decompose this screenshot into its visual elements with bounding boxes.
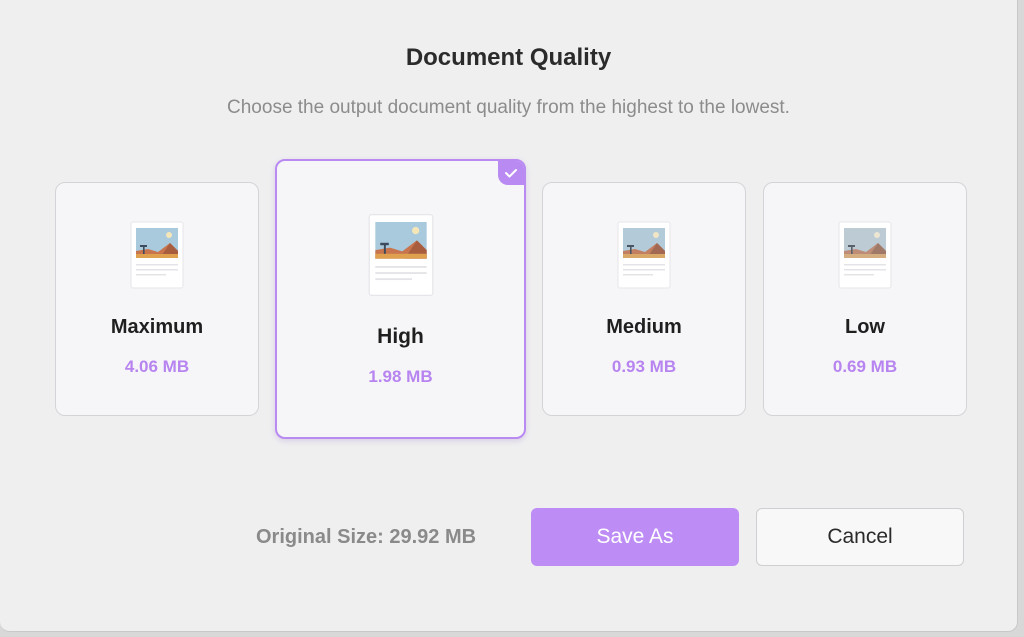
option-size: 0.69 MB bbox=[832, 357, 898, 376]
original-size-text: Original Size: 29.92 MB bbox=[256, 526, 477, 548]
option-size: 0.93 MB bbox=[611, 357, 677, 376]
quality-option-low[interactable]: Low 0.69 MB bbox=[763, 182, 967, 416]
option-label: Medium bbox=[606, 316, 682, 338]
option-size: 4.06 MB bbox=[124, 357, 190, 376]
quality-option-medium[interactable]: Medium 0.93 MB bbox=[542, 182, 746, 416]
quality-option-high[interactable]: High 1.98 MB bbox=[275, 159, 526, 439]
document-preview-icon bbox=[368, 214, 433, 296]
option-label: Low bbox=[845, 316, 885, 338]
document-preview-icon bbox=[838, 221, 892, 289]
dialog-title: Document Quality bbox=[405, 44, 612, 71]
save-as-button[interactable]: Save As bbox=[531, 508, 739, 566]
selected-check-badge bbox=[498, 161, 524, 185]
document-quality-dialog: Document Quality Choose the output docum… bbox=[0, 0, 1018, 632]
cancel-button[interactable]: Cancel bbox=[756, 508, 964, 566]
document-preview-icon bbox=[617, 221, 671, 289]
quality-option-maximum[interactable]: Maximum 4.06 MB bbox=[55, 182, 259, 416]
dialog-subtitle: Choose the output document quality from … bbox=[227, 97, 790, 118]
option-label: Maximum bbox=[110, 316, 204, 338]
option-label: High bbox=[377, 325, 424, 348]
option-size: 1.98 MB bbox=[368, 367, 433, 386]
checkmark-icon bbox=[505, 169, 517, 178]
document-preview-icon bbox=[130, 221, 184, 289]
